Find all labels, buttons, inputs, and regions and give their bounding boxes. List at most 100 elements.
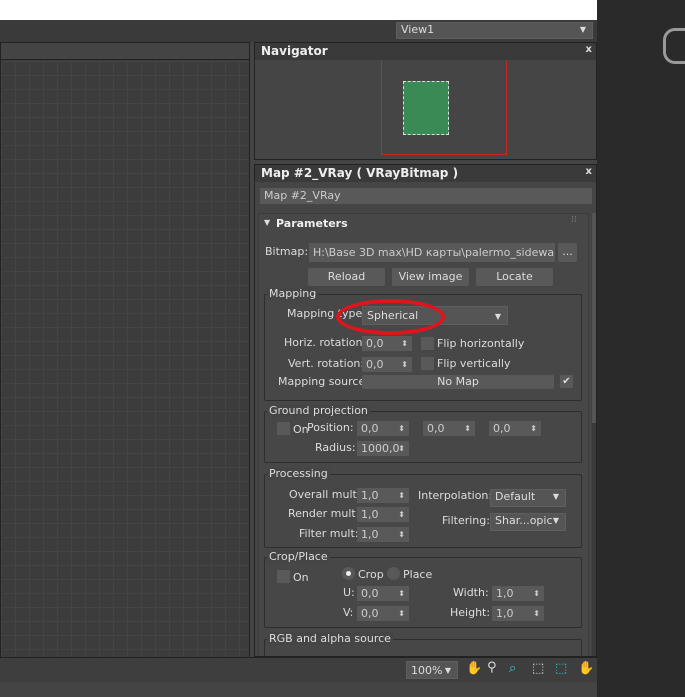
spinner-arrows-icon[interactable]: ⬍ [398,488,405,503]
flip-horizontally-checkbox[interactable] [421,337,434,350]
v-spinner[interactable]: 0,0 ⬍ [357,606,409,621]
u-label: U: [343,586,355,599]
flip-horizontally-label: Flip horizontally [437,337,525,350]
navigator-frame[interactable] [381,61,507,155]
position-z-spinner[interactable]: 0,0 ⬍ [489,421,541,436]
viewport-toolbar: View1 ▼ [0,20,597,42]
reload-button[interactable]: Reload [308,268,385,286]
mapping-title: Mapping [267,287,319,300]
horiz-rotation-spinner[interactable]: 0,0 ⬍ [362,336,412,351]
status-bar [0,682,597,697]
mapping-source-checkbox[interactable]: ✔ [560,375,573,388]
close-icon[interactable]: x [586,166,592,177]
vert-rotation-label: Vert. rotation: [288,357,365,370]
top-strip [0,0,597,20]
spinner-arrows-icon[interactable]: ⬍ [533,586,540,601]
view-select[interactable]: View1 ▼ [396,22,593,39]
interpolation-select[interactable]: Default ▼ [490,489,566,507]
position-z-value: 0,0 [493,422,511,435]
position-x-spinner[interactable]: 0,0 ⬍ [357,421,409,436]
width-spinner[interactable]: 1,0 ⬍ [492,586,544,601]
mapping-source-label: Mapping source: [278,375,369,388]
drag-handle-icon[interactable]: ⁞⁞ [571,215,577,225]
crop-on-checkbox[interactable] [277,570,290,583]
crop-place-title: Crop/Place [267,550,330,563]
browse-button[interactable]: ... [558,243,577,262]
close-icon[interactable]: x [586,44,592,55]
view-header [1,43,249,60]
height-spinner[interactable]: 1,0 ⬍ [492,606,544,621]
spinner-arrows-icon[interactable]: ⬍ [398,507,405,522]
viewcube-icon[interactable] [663,28,685,64]
position-x-value: 0,0 [361,422,379,435]
filter-mult-value: 1,0 [361,528,379,541]
filter-mult-label: Filter mult: [299,527,359,540]
grid-canvas[interactable] [1,61,249,658]
ground-projection-group: Ground projection On Position: 0,0 ⬍ 0,0 ⬍… [264,404,582,463]
vert-rotation-value: 0,0 [366,358,384,371]
place-radio[interactable] [387,567,400,580]
spinner-arrows-icon[interactable]: ⬍ [401,336,408,351]
spinner-arrows-icon[interactable]: ⬍ [401,357,408,372]
bottom-toolbar: 100% ▼ ✋ ⚲ ⌕ ⬚ ⬚ ✋ [0,657,597,682]
spinner-arrows-icon[interactable]: ⬍ [398,586,405,601]
spinner-arrows-icon[interactable]: ⬍ [398,606,405,621]
parameters-rollout: ▼ Parameters ⁞⁞ Bitmap: H:\Base 3D max\H… [258,213,589,656]
navigator-panel: Navigator x [254,42,597,160]
navigator-title: Navigator [255,43,596,60]
rollout-title[interactable]: Parameters [276,217,348,230]
processing-title: Processing [267,467,330,480]
processing-group: Processing Overall mult: 1,0 ⬍ Render mul… [264,467,582,548]
spinner-arrows-icon[interactable]: ⬍ [464,421,471,436]
crop-label: Crop [358,568,384,581]
map-parameters-panel: Map #2_VRay ( VRayBitmap ) x Map #2_VRay… [254,164,597,657]
flip-vertically-label: Flip vertically [437,357,511,370]
zoom-extents-icon[interactable]: ⬚ [532,661,544,676]
overall-mult-value: 1,0 [361,489,379,502]
overall-mult-spinner[interactable]: 1,0 ⬍ [357,488,409,503]
position-y-spinner[interactable]: 0,0 ⬍ [423,421,475,436]
filter-mult-spinner[interactable]: 1,0 ⬍ [357,527,409,542]
node-editor-view[interactable] [0,42,250,658]
rgb-alpha-title: RGB and alpha source [267,632,393,645]
zoom-select[interactable]: 100% ▼ [406,661,458,679]
height-value: 1,0 [496,607,514,620]
filtering-select[interactable]: Shar...opic ▼ [490,513,566,531]
view-image-button[interactable]: View image [392,268,469,286]
zoom-value: 100% [411,664,443,677]
flip-vertically-checkbox[interactable] [421,357,434,370]
mapping-group: Mapping Mapping type: Spherical ▼ Horiz. … [264,287,582,401]
bitmap-label: Bitmap: [265,245,309,258]
vert-rotation-spinner[interactable]: 0,0 ⬍ [362,357,412,372]
crop-radio[interactable] [342,567,355,580]
locate-button[interactable]: Locate [476,268,553,286]
zoom-magnifier-icon[interactable]: ⚲ [487,660,497,675]
chevron-down-icon: ▼ [494,312,501,321]
v-value: 0,0 [361,607,379,620]
render-mult-value: 1,0 [361,508,379,521]
radius-spinner[interactable]: 1000,0 ⬍ [357,441,409,456]
spinner-arrows-icon[interactable]: ⬍ [398,527,405,542]
spinner-arrows-icon[interactable]: ⬍ [530,421,537,436]
bitmap-path-field[interactable]: H:\Base 3D max\HD карты\palermo_sidewalk… [309,243,555,262]
u-spinner[interactable]: 0,0 ⬍ [357,586,409,601]
spinner-arrows-icon[interactable]: ⬍ [398,441,405,456]
width-value: 1,0 [496,587,514,600]
ground-on-checkbox[interactable] [277,422,290,435]
spinner-arrows-icon[interactable]: ⬍ [398,421,405,436]
pan-hand-icon[interactable]: ✋ [466,661,482,676]
map-title: Map #2_VRay ( VRayBitmap ) [255,165,596,182]
mapping-source-button[interactable]: No Map [362,375,554,389]
scrollbar[interactable] [592,213,596,656]
zoom-region-icon[interactable]: ⌕ [509,661,516,676]
width-label: Width: [453,586,489,599]
3d-viewport[interactable] [597,0,685,697]
render-mult-spinner[interactable]: 1,0 ⬍ [357,507,409,522]
pan-selected-icon[interactable]: ✋ [578,661,594,676]
u-value: 0,0 [361,587,379,600]
map-name-field[interactable]: Map #2_VRay [260,188,592,204]
spinner-arrows-icon[interactable]: ⬍ [533,606,540,621]
position-y-value: 0,0 [427,422,445,435]
collapse-icon[interactable]: ▼ [264,218,270,227]
zoom-extents-selected-icon[interactable]: ⬚ [555,661,567,676]
